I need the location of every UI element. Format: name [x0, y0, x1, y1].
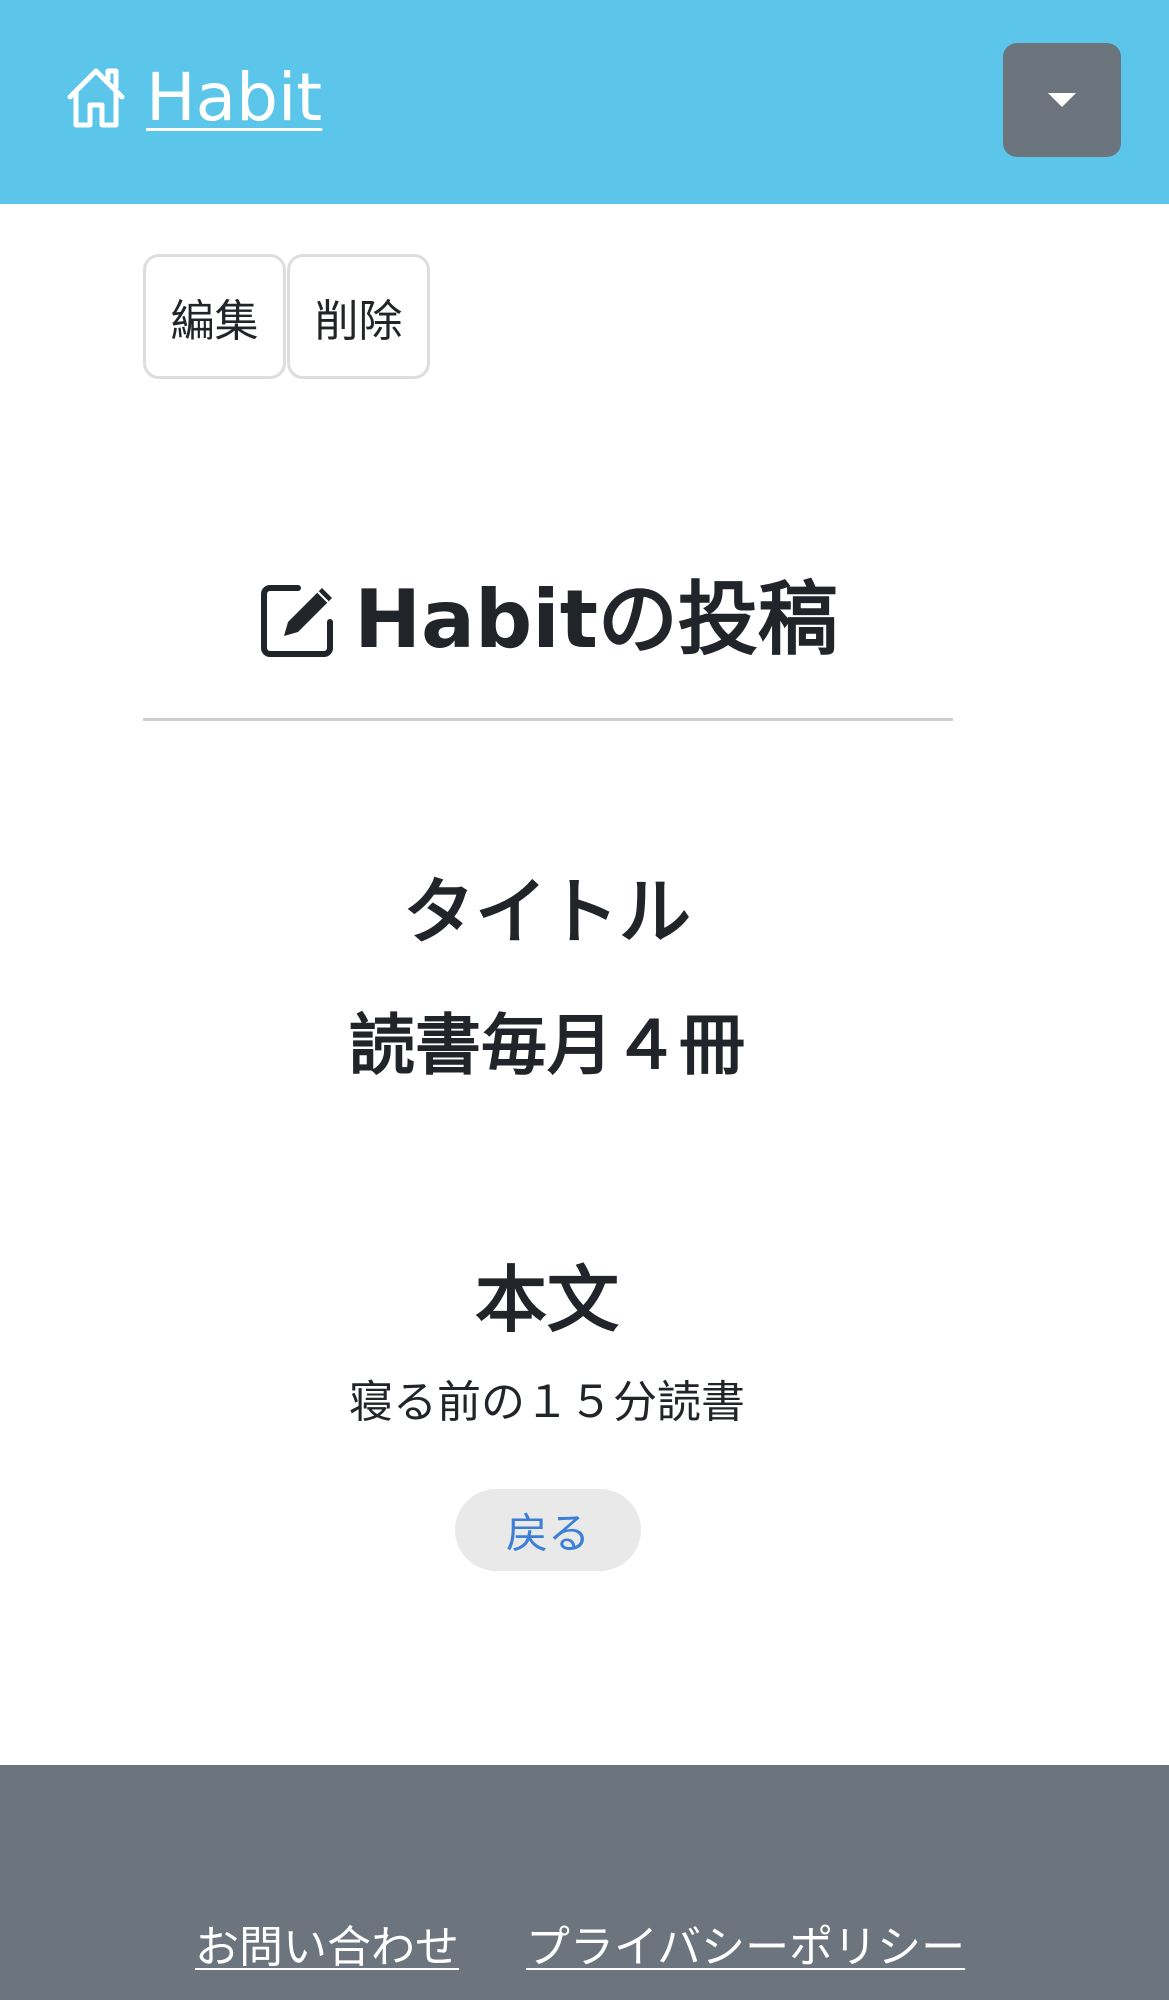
- menu-dropdown-button[interactable]: [1003, 43, 1121, 157]
- contact-link[interactable]: お問い合わせ: [195, 1918, 459, 1978]
- brand-home-link[interactable]: Habit: [64, 58, 322, 138]
- top-navbar: Habit: [0, 0, 1169, 204]
- body-value: 寝る前の１５分読書: [349, 1377, 745, 1428]
- title-value: 読書毎月４冊: [349, 1007, 745, 1084]
- title-label: タイトル: [402, 870, 691, 954]
- page-title: Habitの投稿: [143, 570, 953, 670]
- back-button[interactable]: 戻る: [455, 1489, 641, 1571]
- house-icon: [64, 65, 128, 131]
- delete-button[interactable]: 削除: [287, 254, 430, 379]
- pencil-square-icon: [258, 580, 338, 660]
- caret-down-icon: [1048, 93, 1076, 107]
- edit-button[interactable]: 編集: [143, 254, 286, 379]
- body-label: 本文: [474, 1258, 619, 1342]
- brand-label: Habit: [146, 59, 323, 136]
- privacy-policy-link[interactable]: プライバシーポリシー: [526, 1918, 965, 1978]
- page-heading-text: Habitの投稿: [354, 573, 838, 666]
- heading-divider: [143, 718, 953, 721]
